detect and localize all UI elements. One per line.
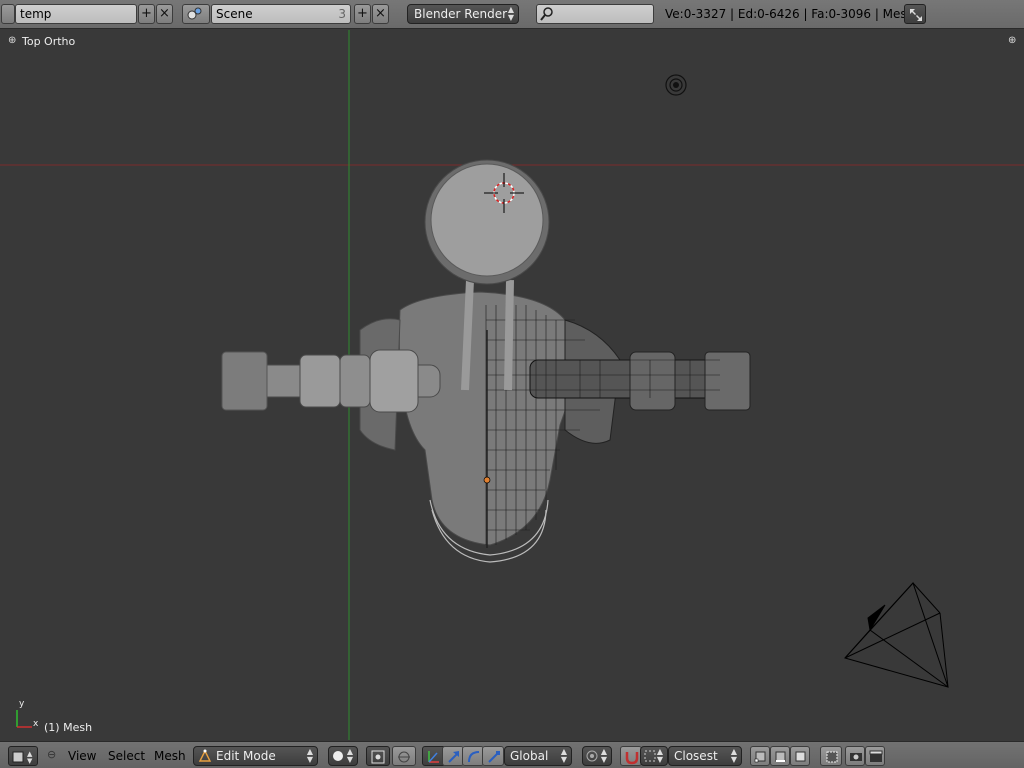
mesh-model[interactable] (221, 159, 751, 563)
updown-arrows-icon: ▲ ▼ (346, 747, 353, 764)
clapperboard-icon (869, 750, 883, 762)
snap-element-dropdown[interactable]: ▲ ▼ (640, 746, 668, 766)
3d-view-header: ▲ ▼ ⊖ View Select Mesh Edit Mode ▲▼ ▲▼ (0, 741, 1024, 768)
collapse-menus-icon[interactable]: ⊖ (47, 748, 56, 761)
screen-layout-field[interactable]: temp (15, 4, 137, 24)
snap-target-dropdown[interactable]: Closest ▲ ▼ (668, 746, 742, 766)
proportional-editing-dropdown[interactable]: ▲ ▼ (582, 746, 612, 766)
render-engine-label: Blender Render (414, 7, 508, 21)
vertex-select-mode-button[interactable] (750, 746, 770, 766)
camera-render-icon (850, 753, 862, 761)
info-header: temp + × Scene 3 + × Blender Render ▲ ▼ V… (0, 0, 1024, 29)
render-opengl-image-button[interactable] (845, 746, 865, 766)
3d-viewport[interactable]: ⊕ ⊕ Top Ortho y x (1) Mesh (0, 30, 1024, 740)
axis-y-label: y (19, 699, 25, 709)
render-opengl-animation-button[interactable] (865, 746, 885, 766)
scene-users-count: 3 (338, 7, 346, 21)
select-menu[interactable]: Select (108, 749, 145, 763)
3d-view-icon: ▲ ▼ (12, 750, 33, 765)
snap-toggle-button[interactable] (620, 746, 642, 766)
search-field[interactable] (536, 4, 654, 24)
occlude-geometry-icon (826, 751, 838, 763)
rotate-manipulator-button[interactable] (462, 746, 484, 766)
manipulator-axes-icon (428, 751, 439, 763)
viewport-shading-dropdown[interactable]: ▲ ▼ (328, 746, 358, 766)
screen-layout-icon-button[interactable] (1, 4, 15, 24)
viewport-canvas[interactable] (0, 30, 1024, 740)
lamp-icon[interactable] (665, 74, 687, 96)
scene-icon-button[interactable] (182, 4, 210, 24)
manipulate-center-button[interactable] (392, 746, 416, 766)
view-name-label: Top Ortho (22, 35, 76, 48)
pivot-point-button[interactable] (366, 746, 390, 766)
mode-dropdown[interactable]: Edit Mode ▲ ▼ (193, 746, 318, 766)
scene-statistics: Ve:0-3327 | Ed:0-6426 | Fa:0-3096 | Mesh (665, 7, 915, 21)
scene-field[interactable]: Scene 3 (211, 4, 351, 24)
axis-x-label: x (33, 719, 39, 729)
mesh-menu[interactable]: Mesh (154, 749, 186, 763)
updown-arrows-icon: ▲ ▼ (507, 5, 514, 22)
rotate-arc-icon (468, 751, 480, 763)
remove-screen-button[interactable]: × (156, 4, 173, 24)
camera-icon[interactable] (844, 582, 949, 688)
fullscreen-button[interactable] (904, 4, 926, 24)
updown-arrows-icon: ▲ ▼ (560, 747, 567, 764)
translate-arrow-icon (448, 751, 459, 763)
scale-manipulator-button[interactable] (482, 746, 504, 766)
view-menu[interactable]: View (68, 749, 96, 763)
snap-target-label: Closest (674, 749, 718, 763)
axis-gizmo-icon (16, 710, 32, 728)
add-scene-button[interactable]: + (354, 4, 371, 24)
edit-mode-icon (198, 749, 212, 762)
limit-selection-to-visible-button[interactable] (820, 746, 842, 766)
proportional-edit-icon (586, 750, 598, 762)
viewport-properties-toggle-icon[interactable]: ⊕ (8, 35, 16, 46)
scale-box-icon (488, 751, 500, 763)
face-select-icon (795, 751, 806, 762)
center-points-icon (398, 751, 410, 763)
remove-scene-button[interactable]: × (372, 4, 389, 24)
svg-text:▼: ▼ (27, 757, 33, 765)
viewport-toolshelf-toggle-icon[interactable]: ⊕ (1008, 35, 1016, 46)
add-screen-button[interactable]: + (138, 4, 155, 24)
edge-select-icon (775, 751, 786, 762)
magnifier-icon (540, 7, 553, 21)
updown-arrows-icon: ▲ ▼ (306, 747, 313, 764)
face-select-mode-button[interactable] (790, 746, 810, 766)
edge-select-mode-button[interactable] (770, 746, 790, 766)
magnet-icon (625, 752, 639, 765)
render-engine-dropdown[interactable]: Blender Render ▲ ▼ (407, 4, 519, 24)
translate-manipulator-button[interactable] (442, 746, 464, 766)
scene-icon (187, 7, 202, 20)
transform-orientation-label: Global (510, 749, 549, 763)
transform-orientation-dropdown[interactable]: Global ▲ ▼ (504, 746, 572, 766)
solid-shading-icon (333, 751, 343, 761)
updown-arrows-icon: ▲ ▼ (656, 747, 663, 764)
updown-arrows-icon: ▲ ▼ (600, 747, 607, 764)
updown-arrows-icon: ▲ ▼ (730, 747, 737, 764)
vertex-select-icon (754, 751, 766, 763)
scene-name: Scene (216, 7, 253, 21)
pivot-icon (371, 750, 385, 764)
fullscreen-icon (910, 9, 922, 21)
object-info-label: (1) Mesh (44, 721, 93, 734)
mode-label: Edit Mode (216, 749, 276, 763)
editor-type-button[interactable]: ▲ ▼ (8, 746, 38, 766)
